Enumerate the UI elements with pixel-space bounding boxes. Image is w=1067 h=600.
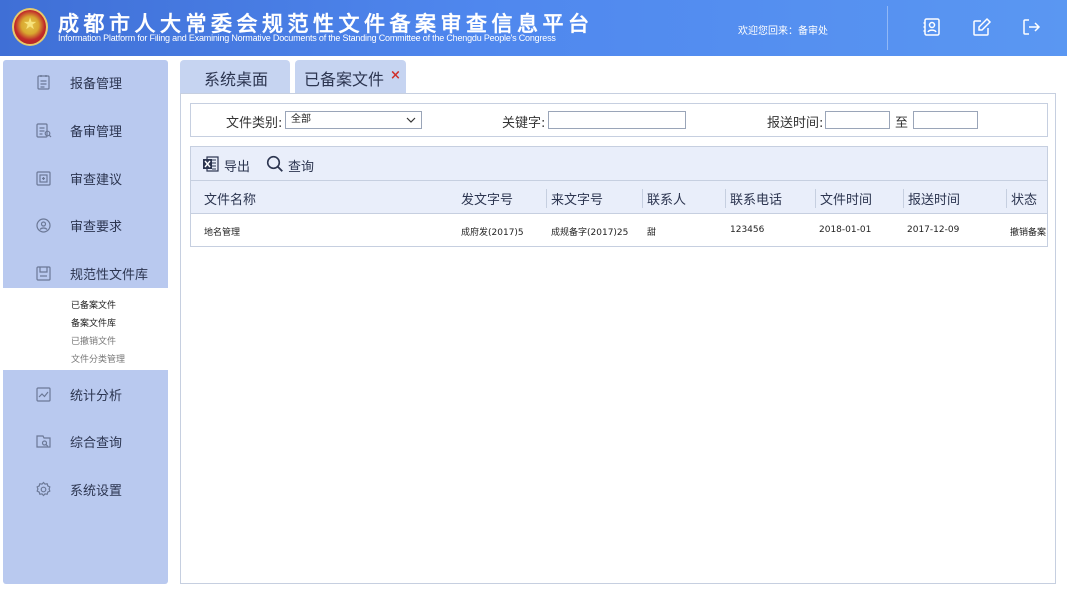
- date-range-separator: 至: [895, 116, 909, 131]
- table-cell: 成规备字(2017)25: [551, 228, 629, 238]
- sidebar-item-label: 综合查询: [70, 436, 123, 451]
- suggestion-icon: [35, 170, 52, 187]
- toolbar: 导出 查询: [190, 146, 1048, 180]
- time-label: 报送时间:: [767, 116, 824, 131]
- filter-bar: 文件类别: 全部 关键字: 报送时间: 至: [190, 103, 1048, 137]
- welcome-text: 欢迎您回来：备审处: [738, 26, 828, 37]
- tab-label: 系统桌面: [204, 70, 269, 89]
- start-date-input[interactable]: [825, 111, 890, 129]
- app-header: 成都市人大常委会规范性文件备案审查信息平台 Information Platfo…: [0, 0, 1067, 56]
- excel-icon: [203, 156, 219, 172]
- sidebar-item-suggestion[interactable]: 审查建议: [3, 156, 168, 202]
- category-label: 文件类别:: [226, 116, 283, 131]
- column-header: 联系人: [642, 189, 686, 208]
- sidebar-item-label: 备审管理: [70, 125, 123, 140]
- settings-icon: [35, 481, 52, 498]
- submenu-item-revoked-documents[interactable]: 已撤销文件: [71, 334, 116, 347]
- submenu-item-category-management[interactable]: 文件分类管理: [71, 352, 125, 365]
- close-icon[interactable]: ×: [390, 68, 401, 83]
- column-header: 发文字号: [461, 193, 514, 208]
- chevron-down-icon: [406, 113, 416, 133]
- column-header: 报送时间: [903, 189, 960, 208]
- submenu-item-filed-documents[interactable]: 已备案文件: [71, 298, 116, 311]
- column-header: 文件时间: [815, 189, 872, 208]
- library-icon: [35, 265, 52, 282]
- table-cell: 2017-12-09: [907, 225, 960, 235]
- review-icon: [35, 122, 52, 139]
- sidebar-item-review[interactable]: 备审管理: [3, 108, 168, 154]
- table-cell: 成府发(2017)5: [461, 228, 524, 238]
- column-header: 来文字号: [546, 189, 603, 208]
- keyword-label: 关键字:: [502, 116, 546, 131]
- submenu-item-filing-library[interactable]: 备案文件库: [71, 316, 116, 329]
- category-select-value: 全部: [291, 114, 311, 125]
- search-icon: [266, 155, 283, 172]
- table-row[interactable]: 地名管理 成府发(2017)5 成规备字(2017)25 甜 123456 20…: [190, 214, 1048, 247]
- column-header: 联系电话: [725, 189, 782, 208]
- export-label: 导出: [224, 160, 251, 175]
- logout-icon[interactable]: [1020, 16, 1042, 38]
- category-select[interactable]: 全部: [285, 111, 422, 129]
- library-submenu: 已备案文件 备案文件库 已撤销文件 文件分类管理: [3, 288, 168, 370]
- query-label: 查询: [288, 160, 315, 175]
- sidebar-item-label: 系统设置: [70, 484, 123, 499]
- sidebar-item-label: 统计分析: [70, 389, 123, 404]
- request-icon: [35, 217, 52, 234]
- table-cell: 撤销备案: [1010, 228, 1047, 238]
- tab-desktop[interactable]: 系统桌面: [180, 60, 290, 93]
- sidebar-item-statistics[interactable]: 统计分析: [3, 372, 168, 418]
- contacts-icon[interactable]: [921, 16, 943, 38]
- end-date-input[interactable]: [913, 111, 978, 129]
- table-cell: 地名管理: [204, 228, 241, 238]
- edit-icon[interactable]: [971, 16, 993, 38]
- table-header: 文件名称 发文字号 来文字号 联系人 联系电话 文件时间 报送时间 状态: [190, 180, 1048, 214]
- filing-icon: [35, 74, 52, 91]
- app-subtitle: Information Platform for Filing and Exam…: [58, 33, 556, 43]
- column-header: 状态: [1006, 189, 1037, 208]
- sidebar-item-label: 规范性文件库: [70, 268, 149, 283]
- sidebar-item-query[interactable]: 综合查询: [3, 419, 168, 465]
- main-panel: 文件类别: 全部 关键字: 报送时间: 至 导出 查询 文件名称 发文字号 来文…: [180, 93, 1056, 584]
- header-divider: [887, 6, 888, 50]
- column-header: 文件名称: [204, 193, 257, 208]
- keyword-input[interactable]: [548, 111, 686, 129]
- table-cell: 123456: [730, 225, 765, 235]
- statistics-icon: [35, 386, 52, 403]
- table-cell: 甜: [647, 228, 657, 238]
- national-emblem-logo: [12, 8, 48, 46]
- sidebar-item-label: 审查建议: [70, 173, 123, 188]
- tab-label: 已备案文件: [304, 70, 385, 89]
- query-icon: [35, 433, 52, 450]
- sidebar-item-label: 报备管理: [70, 77, 123, 92]
- sidebar-item-filing[interactable]: 报备管理: [3, 60, 168, 106]
- table-cell: 2018-01-01: [819, 225, 872, 235]
- sidebar-item-request[interactable]: 审查要求: [3, 203, 168, 249]
- tab-filed-documents[interactable]: 已备案文件 ×: [295, 60, 406, 93]
- sidebar-item-label: 审查要求: [70, 220, 123, 235]
- sidebar-item-settings[interactable]: 系统设置: [3, 467, 168, 513]
